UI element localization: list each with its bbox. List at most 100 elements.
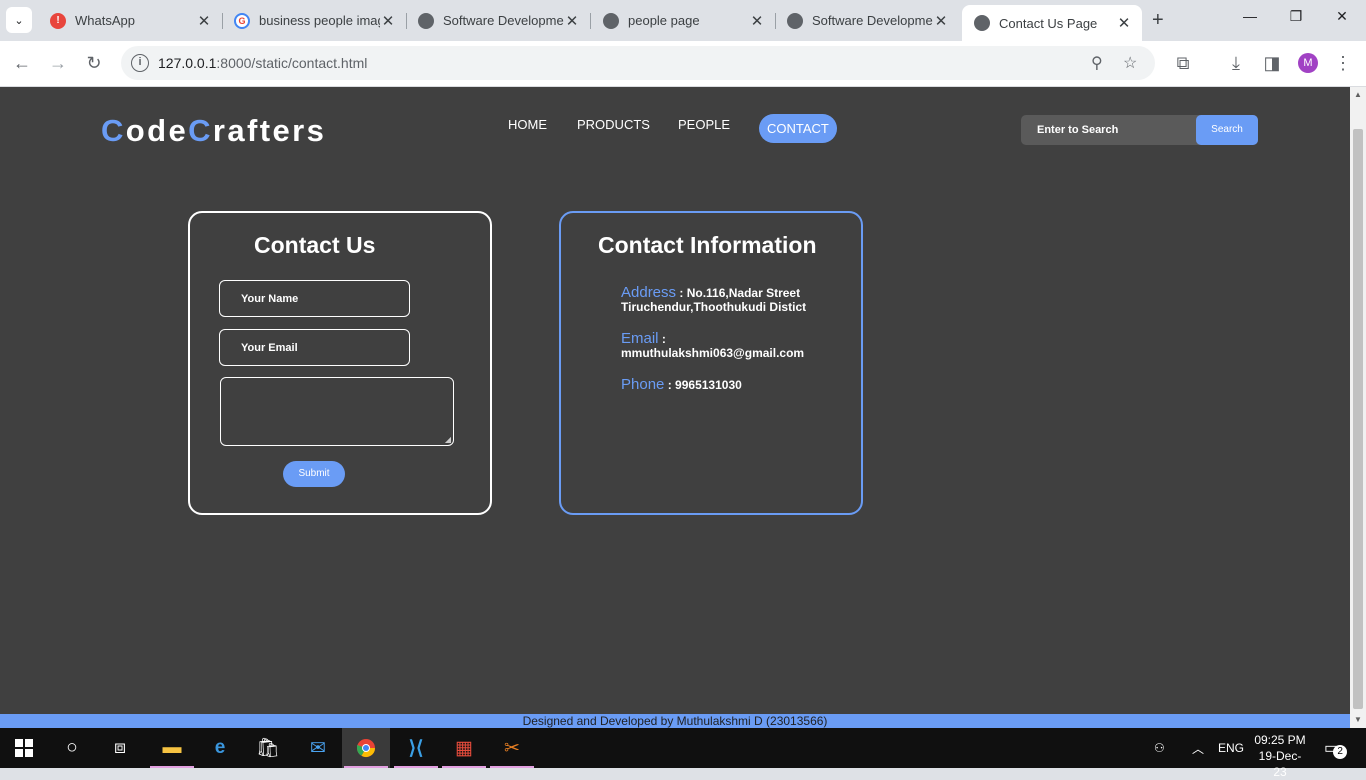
contact-info-card: Contact Information Address : No.116,Nad…: [559, 211, 863, 515]
logo-text: rafters: [212, 113, 327, 148]
minimize-icon[interactable]: —: [1227, 8, 1273, 24]
browser-tab[interactable]: Software Developmen ✕: [406, 6, 591, 35]
chevron-up-icon[interactable]: ︿: [1192, 728, 1204, 768]
language-indicator[interactable]: ENG: [1218, 728, 1244, 768]
nav-contact[interactable]: CONTACT: [759, 114, 837, 143]
page-viewport: CodeCrafters HOME PRODUCTS PEOPLE CONTAC…: [0, 87, 1350, 728]
new-tab-icon[interactable]: +: [1152, 9, 1164, 32]
whatsapp-alert-icon: !: [50, 12, 66, 29]
notification-count: 2: [1333, 745, 1348, 759]
back-arrow-icon[interactable]: ←: [10, 51, 34, 75]
contact-form-card: Contact Us Your Name Your Email ◢ Submit: [188, 211, 492, 515]
tab-title: Software Developmen: [812, 13, 933, 28]
site-info-icon[interactable]: i: [131, 54, 149, 72]
email-label: Email: [621, 330, 659, 347]
site-logo[interactable]: CodeCrafters: [101, 113, 326, 149]
message-textarea[interactable]: ◢: [220, 377, 454, 446]
windows-taskbar: ○ ⧈ ▬ e 🛍 ✉ ⟩⟨ ▦ ✂ ⚇ ︿ ENG 09:25 PM 19-D…: [0, 728, 1366, 779]
browser-tab[interactable]: G business people imag ✕: [222, 6, 407, 35]
contact-form-title: Contact Us: [254, 232, 376, 258]
profile-avatar[interactable]: M: [1298, 53, 1318, 73]
email-placeholder: Your Email: [241, 342, 298, 354]
scroll-up-icon[interactable]: ▲: [1354, 90, 1362, 99]
edge-icon[interactable]: e: [196, 728, 244, 768]
people-icon[interactable]: ⚇: [1154, 728, 1165, 768]
phone-value: 9965131030: [675, 378, 742, 392]
address-label: Address: [621, 284, 677, 301]
page-footer: Designed and Developed by Muthulakshmi D…: [0, 714, 1350, 728]
close-tab-icon[interactable]: ✕: [933, 12, 949, 30]
globe-icon: [418, 12, 434, 29]
clock-date: 19-Dec-23: [1258, 749, 1302, 779]
url-text[interactable]: 127.0.0.1:8000/static/contact.html: [158, 55, 367, 71]
close-tab-icon[interactable]: ✕: [1116, 14, 1132, 32]
close-window-icon[interactable]: ✕: [1319, 8, 1365, 25]
system-clock[interactable]: 09:25 PM 19-Dec-23: [1252, 732, 1308, 780]
globe-icon: [787, 12, 803, 29]
task-view-icon[interactable]: ⧈: [96, 728, 144, 768]
email-line: Email : mmuthulakshmi063@gmail.com: [621, 330, 805, 360]
file-explorer-icon[interactable]: ▬: [148, 728, 196, 768]
mail-icon[interactable]: ✉: [294, 728, 342, 768]
browser-tab-active[interactable]: Contact Us Page ✕: [962, 5, 1142, 41]
tab-search-button[interactable]: ⌄: [6, 7, 32, 33]
search-circle-icon[interactable]: ○: [48, 728, 96, 768]
nav-people[interactable]: PEOPLE: [678, 117, 730, 132]
search-button[interactable]: Search: [1196, 115, 1258, 145]
tab-title: Contact Us Page: [999, 15, 1098, 31]
phone-label: Phone: [621, 376, 665, 393]
close-tab-icon[interactable]: ✕: [749, 12, 765, 30]
tab-title: Software Developmen: [443, 13, 564, 28]
logo-letter: C: [101, 113, 126, 148]
search-input[interactable]: Enter to Search: [1037, 124, 1118, 136]
vscode-icon[interactable]: ⟩⟨: [392, 728, 440, 768]
address-bar[interactable]: i 127.0.0.1:8000/static/contact.html ⚲ ☆: [121, 46, 1155, 80]
nav-home[interactable]: HOME: [508, 117, 547, 132]
tab-title: people page: [628, 13, 700, 28]
logo-text: ode: [125, 113, 189, 148]
menu-kebab-icon[interactable]: ⋮: [1331, 51, 1355, 75]
site-search: Enter to Search Search: [1021, 115, 1258, 145]
submit-button[interactable]: Submit: [283, 461, 345, 487]
address-line: Address : No.116,Nadar Street Tiruchendu…: [621, 284, 807, 314]
scroll-down-icon[interactable]: ▼: [1354, 715, 1362, 724]
email-field[interactable]: Your Email: [219, 329, 410, 366]
email-value: mmuthulakshmi063@gmail.com: [621, 346, 805, 360]
close-tab-icon[interactable]: ✕: [380, 12, 396, 30]
close-tab-icon[interactable]: ✕: [564, 12, 580, 30]
url-path: :8000/static/contact.html: [216, 55, 368, 71]
extensions-icon[interactable]: ⧉: [1171, 51, 1195, 75]
name-placeholder: Your Name: [241, 293, 299, 305]
windows-start-icon[interactable]: [0, 728, 48, 768]
close-tab-icon[interactable]: ✕: [196, 12, 212, 30]
page-scrollbar[interactable]: ▲ ▼: [1350, 87, 1366, 728]
scrollbar-thumb[interactable]: [1353, 129, 1363, 709]
tab-title: business people imag: [259, 13, 380, 28]
google-icon: G: [234, 12, 250, 29]
phone-line: Phone : 9965131030: [621, 376, 742, 393]
browser-tab[interactable]: ! WhatsApp ✕: [38, 6, 223, 35]
globe-icon: [974, 15, 990, 31]
bookmark-star-icon[interactable]: ☆: [1123, 53, 1137, 73]
resize-grip-icon[interactable]: ◢: [445, 435, 451, 444]
chrome-icon[interactable]: [342, 728, 390, 768]
restore-icon[interactable]: ❐: [1273, 8, 1319, 25]
contact-info-title: Contact Information: [598, 232, 817, 258]
clock-time: 09:25 PM: [1254, 733, 1306, 747]
paint-app-icon[interactable]: ▦: [440, 728, 488, 768]
forward-arrow-icon[interactable]: →: [46, 51, 70, 75]
nav-products[interactable]: PRODUCTS: [577, 117, 650, 132]
reload-icon[interactable]: ↻: [82, 51, 106, 75]
logo-letter: C: [188, 113, 213, 148]
browser-tab[interactable]: Software Developmen ✕: [775, 6, 959, 35]
download-icon[interactable]: ⤓: [1224, 51, 1248, 75]
notification-center[interactable]: ▭ 2: [1324, 728, 1348, 768]
side-panel-icon[interactable]: ◨: [1260, 51, 1284, 75]
store-icon[interactable]: 🛍: [244, 728, 292, 768]
snipping-tool-icon[interactable]: ✂: [488, 728, 536, 768]
browser-tab[interactable]: people page ✕: [591, 6, 776, 35]
chevron-down-icon: ⌄: [14, 14, 24, 27]
name-field[interactable]: Your Name: [219, 280, 410, 317]
zoom-icon[interactable]: ⚲: [1091, 53, 1103, 73]
globe-icon: [603, 12, 619, 29]
